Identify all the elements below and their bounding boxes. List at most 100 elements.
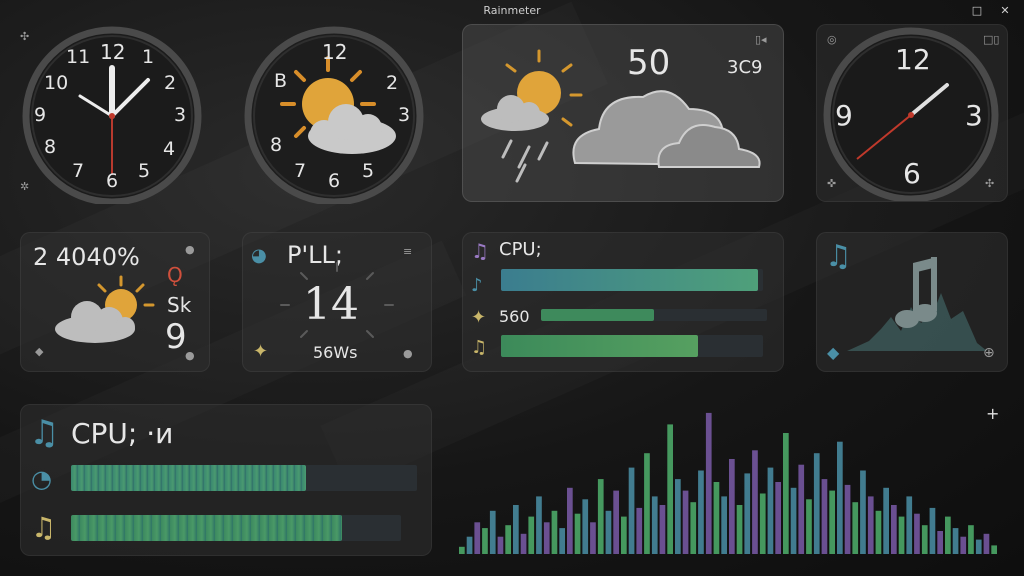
visualizer-bar — [736, 505, 743, 554]
system-panel[interactable]: ◕ P'LL; ≡ 14 ✦ 56Ws ● — [242, 232, 432, 372]
visualizer-bar — [798, 464, 805, 554]
star-icon: ✦ — [471, 307, 487, 328]
clock-1-numeral-7: 7 — [72, 160, 85, 182]
cpu-small-value: 560 — [499, 307, 530, 326]
cpu-large-title: CPU; ·и — [71, 417, 174, 450]
clock-3-numeral-3: 3 — [965, 99, 983, 132]
globe-icon[interactable]: ⊕ — [983, 345, 995, 361]
music-note-icon: ♫ — [31, 511, 57, 544]
visualizer-bar — [613, 490, 619, 554]
visualizer-bar — [567, 487, 573, 554]
clock-1-numeral-11: 11 — [66, 46, 91, 68]
cpu-bar-1-fill — [501, 269, 758, 291]
visualizer-bar — [968, 525, 974, 554]
visualizer-bar — [898, 516, 905, 554]
system-subvalue: 56Ws — [313, 343, 358, 362]
visualizer-bar — [551, 510, 558, 554]
visualizer-bar — [489, 510, 496, 554]
weather-temperature: 50 — [627, 43, 671, 83]
visualizer-bar — [829, 490, 835, 554]
refresh-icon[interactable]: ◎ — [827, 33, 837, 46]
visualizer-bar — [991, 545, 997, 554]
clock-1-numeral-9: 9 — [34, 104, 47, 126]
cpu-bar-1 — [501, 269, 763, 291]
visualizer-bar — [844, 484, 851, 554]
title-bar: Rainmeter □ ✕ — [0, 0, 1024, 22]
weather-small-condition: Sk — [167, 293, 192, 317]
clock-3-numeral-12: 12 — [895, 43, 931, 76]
visualizer-bar — [790, 487, 797, 554]
pie-icon: ◔ — [31, 465, 52, 493]
cpu-bar-2 — [541, 309, 767, 321]
music-panel[interactable]: ♫ ◆ ⊕ — [816, 232, 1008, 372]
move-icon[interactable]: ✣ — [985, 177, 994, 190]
move-handle-icon[interactable]: ✣ — [20, 30, 29, 43]
visualizer-bar — [883, 487, 889, 554]
weather-panel[interactable]: 50 3C9 ▯◂ — [462, 24, 784, 202]
clock-1-numeral-1: 1 — [142, 46, 155, 68]
panel-dot-icon: ● — [185, 349, 195, 362]
visualizer-bar — [543, 522, 550, 554]
analog-clock-1[interactable]: 12 1 2 3 4 5 6 7 8 9 10 11 ✣ ✲ — [20, 24, 206, 204]
cpu-panel-large[interactable]: ♫ CPU; ·и ◔ ♫ — [20, 404, 432, 556]
visualizer-bar — [698, 470, 704, 554]
visualizer-bar — [513, 505, 519, 554]
close-button[interactable]: ✕ — [996, 2, 1014, 20]
clock-2-numeral-7: 7 — [294, 160, 307, 182]
visualizer-bar — [644, 453, 650, 554]
window-title: Rainmeter — [483, 4, 541, 17]
music-note-icon: ♫ — [471, 239, 489, 263]
pin-icon[interactable]: ✜ — [827, 177, 836, 190]
visualizer-bar — [806, 499, 812, 554]
visualizer-bar — [621, 516, 627, 554]
cpu-large-bar-2 — [71, 515, 401, 541]
big-music-note-icon — [895, 257, 937, 328]
clock-1-numeral-10: 10 — [44, 72, 69, 94]
visualizer-bar — [605, 510, 612, 554]
visualizer-bar — [921, 525, 928, 554]
weather-illustration — [481, 49, 761, 183]
weather-small-panel[interactable]: 2 4040% Ǫ Sk 9 ◆ ● ● — [20, 232, 210, 372]
music-note-icon: ♫ — [471, 337, 488, 358]
clock-1-numeral-4: 4 — [163, 138, 176, 160]
clock-3-corner-label[interactable]: □▯ — [983, 33, 999, 46]
clock-3-panel[interactable]: 12 3 6 9 ◎ □▯ ✜ ✣ — [816, 24, 1008, 202]
clock-1-numeral-2: 2 — [164, 72, 177, 94]
visualizer-bar — [813, 453, 820, 554]
visualizer-bar — [783, 433, 789, 554]
visualizer-bar — [505, 525, 511, 554]
visualizer-bar — [744, 473, 751, 554]
clock-3-numeral-9: 9 — [835, 99, 853, 132]
clock-2-numeral-8: 8 — [270, 134, 283, 156]
visualizer-bar — [651, 496, 658, 554]
cpu-panel-small[interactable]: ♫ CPU; ♪ ✦ 560 ♫ — [462, 232, 784, 372]
visualizer-bar — [729, 459, 735, 554]
visualizer-bar — [628, 467, 635, 554]
visualizer-bar — [682, 490, 689, 554]
visualizer-bars — [459, 412, 997, 554]
visualizer-bar — [945, 516, 951, 554]
sparkle-icon: ✦ — [253, 341, 269, 362]
clock-3-numeral-6: 6 — [903, 157, 921, 190]
visualizer-bar — [559, 528, 565, 554]
visualizer-bar — [590, 522, 596, 554]
visualizer-bar — [520, 533, 527, 554]
weather-small-value: 9 — [165, 317, 187, 357]
visualizer-bar — [975, 539, 982, 554]
visualizer-bar — [983, 533, 990, 554]
visualizer-bar — [960, 536, 967, 554]
visualizer-bar — [667, 424, 673, 554]
restore-button[interactable]: □ — [968, 2, 986, 20]
note-icon: ♪ — [471, 275, 483, 296]
analog-clock-weather[interactable]: 12 2 3 5 6 7 8 B — [244, 24, 430, 204]
visualizer-bar — [459, 546, 465, 554]
clock-1-numeral-12: 12 — [100, 40, 126, 64]
weather-corner-icon[interactable]: ▯◂ — [755, 33, 767, 46]
visualizer-bar — [597, 479, 604, 554]
cpu-bar-3 — [501, 335, 763, 357]
settings-handle-icon[interactable]: ✲ — [20, 180, 29, 193]
visualizer-bar — [582, 499, 589, 554]
diamond-icon: ◆ — [35, 345, 44, 358]
clock-2-numeral-12: 12 — [322, 40, 348, 64]
clock-2-numeral-2: 2 — [386, 72, 399, 94]
